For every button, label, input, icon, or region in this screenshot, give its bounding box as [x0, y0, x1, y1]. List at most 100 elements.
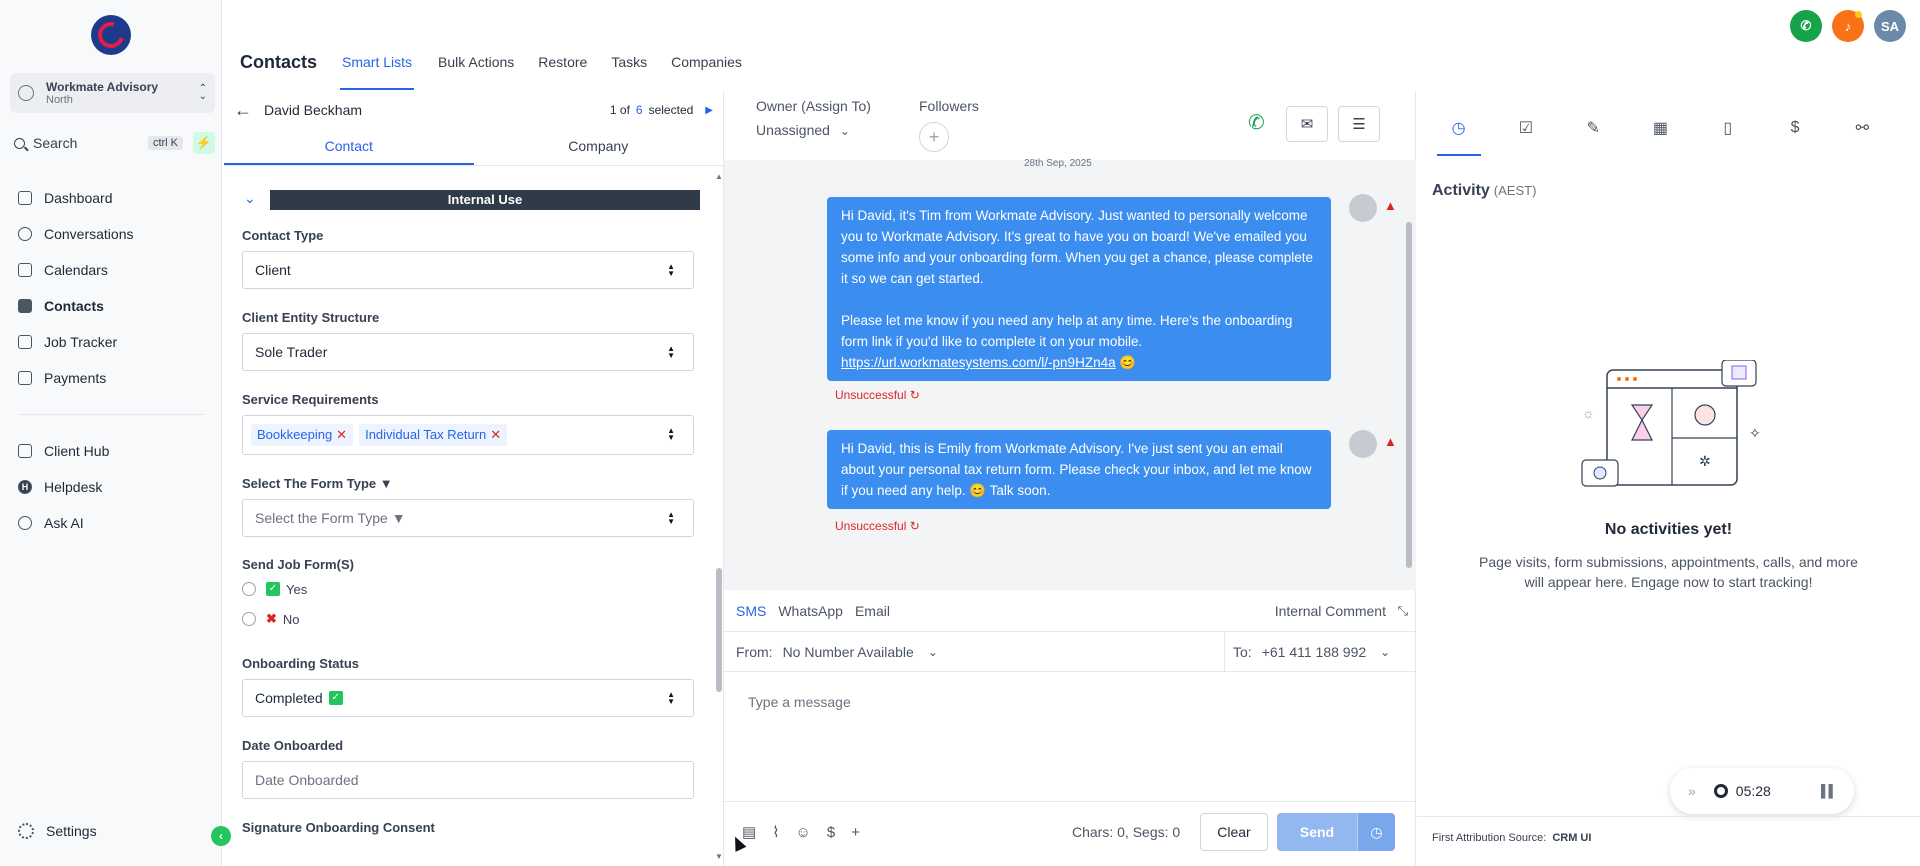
- clear-button[interactable]: Clear: [1200, 813, 1268, 851]
- owner-select[interactable]: Unassigned ⌄: [756, 122, 850, 138]
- sidebar-item-ask-ai[interactable]: Ask AI: [0, 505, 222, 541]
- tab-smart-lists[interactable]: Smart Lists: [340, 54, 415, 90]
- quick-action-bolt-icon[interactable]: ⚡: [193, 132, 215, 154]
- search-input[interactable]: Search ctrl K: [10, 132, 187, 154]
- bell-icon[interactable]: ♪: [1832, 10, 1864, 42]
- remove-tag-icon[interactable]: ✕: [490, 427, 501, 442]
- onboarding-status-select[interactable]: Completed ✓ ▲ ▼: [242, 679, 694, 717]
- scroll-down-icon[interactable]: ▼: [715, 852, 723, 861]
- internal-comment-button[interactable]: Internal Comment: [1275, 603, 1386, 619]
- tab-restore[interactable]: Restore: [538, 54, 587, 90]
- sidebar-item-label: Dashboard: [44, 190, 113, 206]
- message-thread: 28th Sep, 2025 Hi David, it's Tim from W…: [724, 158, 1416, 590]
- add-follower-button[interactable]: +: [919, 122, 949, 152]
- scrollbar-thumb[interactable]: [716, 568, 722, 692]
- remove-tag-icon[interactable]: ✕: [336, 427, 347, 442]
- message-scrollbar[interactable]: [1404, 162, 1414, 588]
- radio-no[interactable]: ✖ No: [242, 604, 694, 634]
- date-onboarded-input[interactable]: Date Onboarded: [242, 761, 694, 799]
- emoji-icon[interactable]: ☺: [796, 824, 811, 841]
- tab-email[interactable]: Email: [855, 603, 890, 619]
- message-input[interactable]: Type a message: [724, 672, 1416, 802]
- document-icon[interactable]: ▯: [1718, 118, 1737, 138]
- tab-tasks[interactable]: Tasks: [611, 54, 647, 90]
- timezone: (AEST): [1493, 183, 1537, 198]
- fast-forward-icon[interactable]: »: [1688, 783, 1696, 799]
- next-contact-icon[interactable]: ▶: [705, 105, 713, 116]
- pause-icon[interactable]: ▌▌: [1821, 784, 1837, 798]
- template-icon[interactable]: ▤: [742, 823, 756, 841]
- field-label: Select The Form Type ▼: [242, 476, 393, 491]
- mail-icon[interactable]: ✉: [1286, 106, 1328, 142]
- tab-companies[interactable]: Companies: [671, 54, 742, 90]
- payment-dollar-icon[interactable]: $: [1785, 118, 1804, 138]
- note-pencil-icon[interactable]: ✎: [1584, 118, 1603, 138]
- tab-sms[interactable]: SMS: [736, 603, 766, 619]
- sidebar-item-helpdesk[interactable]: H Helpdesk: [0, 469, 222, 505]
- message-status[interactable]: Unsuccessful ↻: [835, 519, 920, 533]
- form-type-select[interactable]: Select the Form Type ▼ ▲ ▼: [242, 499, 694, 537]
- radio-button[interactable]: [242, 612, 256, 626]
- dollar-icon[interactable]: $: [827, 824, 835, 841]
- recording-timer[interactable]: » 05:28 ▌▌: [1670, 768, 1854, 814]
- workflow-icon[interactable]: ⚯: [1853, 118, 1872, 138]
- service-requirements-multiselect[interactable]: Bookkeeping ✕ Individual Tax Return ✕ ▲ ▼: [242, 415, 694, 455]
- from-select[interactable]: No Number Available: [783, 644, 914, 660]
- account-switcher[interactable]: Workmate Advisory North ⌃ ⌄: [10, 73, 215, 113]
- back-arrow-icon[interactable]: ←: [234, 100, 252, 121]
- composer-toolbar: ▤ ⌇ ☺ $ + Chars: 0, Segs: 0 Clear Send ◷: [724, 802, 1416, 862]
- collapse-icon[interactable]: ⤡: [1398, 603, 1408, 619]
- empty-state-title: No activities yet!: [1604, 521, 1733, 538]
- send-button[interactable]: Send: [1277, 813, 1357, 851]
- chevron-down-icon[interactable]: ⌄: [1380, 645, 1390, 659]
- radio-yes[interactable]: ✓ Yes: [242, 574, 694, 604]
- chevron-down-icon[interactable]: ⌄: [244, 190, 256, 207]
- tab-whatsapp[interactable]: WhatsApp: [778, 603, 843, 619]
- retry-icon[interactable]: ↻: [910, 519, 920, 533]
- attribution-value: CRM UI: [1552, 832, 1592, 844]
- sidebar-item-client-hub[interactable]: Client Hub: [0, 433, 222, 469]
- sidebar-item-job-tracker[interactable]: Job Tracker: [0, 324, 222, 360]
- message-status[interactable]: Unsuccessful ↻: [835, 388, 920, 402]
- appointment-calendar-icon[interactable]: ▦: [1651, 118, 1670, 138]
- task-check-icon[interactable]: ☑: [1516, 118, 1535, 138]
- contact-type-select[interactable]: Client ▲ ▼: [242, 251, 694, 289]
- sidebar-item-label: Client Hub: [44, 443, 110, 459]
- scroll-up-icon[interactable]: ▲: [715, 172, 723, 181]
- select-value: Completed: [255, 690, 323, 706]
- contact-scrollbar[interactable]: ▲ ▼: [714, 172, 724, 866]
- retry-icon[interactable]: ↻: [910, 388, 920, 402]
- sidebar-item-dashboard[interactable]: Dashboard: [0, 180, 222, 216]
- account-name: Workmate Advisory: [46, 79, 159, 94]
- radio-button[interactable]: [242, 582, 256, 596]
- sidebar-collapse-button[interactable]: ‹: [211, 826, 231, 846]
- sidebar-item-contacts[interactable]: Contacts: [0, 288, 222, 324]
- contact-form: ⌄ Internal Use Contact Type Client ▲ ▼ Cli…: [224, 172, 714, 866]
- entity-structure-select[interactable]: Sole Trader ▲ ▼: [242, 333, 694, 371]
- attachment-icon[interactable]: ⌇: [772, 823, 779, 841]
- app-logo[interactable]: [91, 15, 131, 55]
- status-text: Unsuccessful: [835, 388, 907, 402]
- sidebar-item-settings[interactable]: Settings: [18, 823, 97, 839]
- message-link-row: https://url.workmatesystems.com/l/-pn9HZ…: [841, 352, 1317, 373]
- onboarding-link[interactable]: https://url.workmatesystems.com/l/-pn9HZ…: [841, 355, 1116, 370]
- owner-value: Unassigned: [756, 122, 830, 138]
- to-select[interactable]: +61 411 188 992: [1262, 644, 1366, 660]
- tab-contact[interactable]: Contact: [224, 128, 474, 165]
- tab-company[interactable]: Company: [474, 128, 724, 165]
- activity-clock-icon[interactable]: ◷: [1449, 118, 1468, 138]
- counter-prefix: 1 of: [609, 103, 630, 117]
- phone-icon[interactable]: ✆: [1790, 10, 1822, 42]
- call-icon[interactable]: ✆: [1248, 110, 1265, 135]
- chevron-down-icon: ⌄: [839, 124, 850, 138]
- schedule-clock-icon[interactable]: ◷: [1357, 813, 1395, 851]
- sidebar-item-payments[interactable]: Payments: [0, 360, 222, 396]
- sidebar-item-calendars[interactable]: Calendars: [0, 252, 222, 288]
- sidebar-item-conversations[interactable]: Conversations: [0, 216, 222, 252]
- scrollbar-thumb[interactable]: [1406, 222, 1412, 568]
- plus-icon[interactable]: +: [851, 824, 860, 841]
- user-avatar[interactable]: SA: [1874, 10, 1906, 42]
- chevron-down-icon[interactable]: ⌄: [928, 645, 938, 659]
- tab-bulk-actions[interactable]: Bulk Actions: [438, 54, 514, 90]
- filter-icon[interactable]: ☰: [1338, 106, 1380, 142]
